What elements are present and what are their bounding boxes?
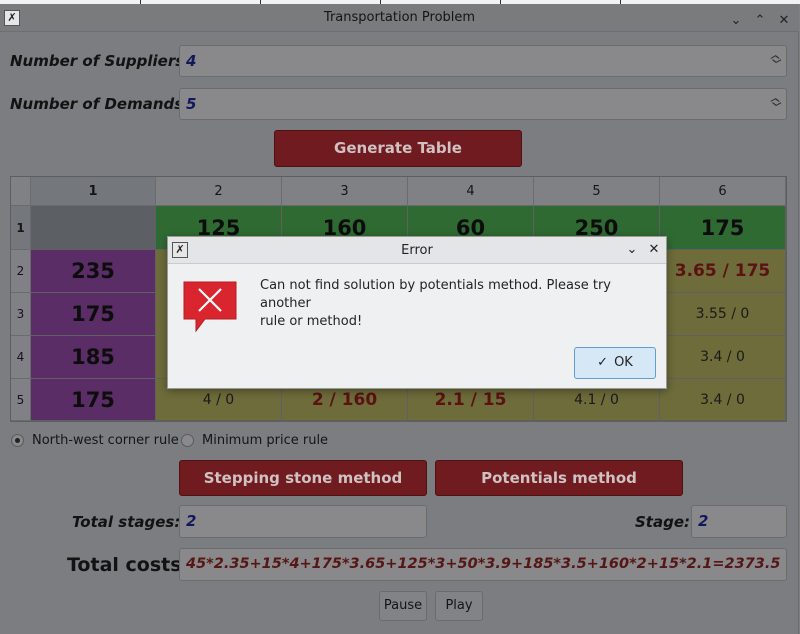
dialog-minimize-icon[interactable]: ⌄ [623,241,641,259]
nw-corner-label: North-west corner rule [32,433,179,448]
error-icon [183,281,237,333]
total-stages-label: Total stages: [72,513,181,531]
supply-cell[interactable]: 175 [31,379,156,421]
close-icon[interactable]: ✕ [775,12,793,30]
title-bar[interactable]: ✗ Transportation Problem ⌄ ⌃ ✕ [0,4,799,32]
minimize-icon[interactable]: ⌄ [727,12,745,30]
cost-cell[interactable]: 3.65 / 175 [660,250,786,293]
col-header[interactable]: 6 [660,177,786,206]
ok-button[interactable]: ✓ OK [574,347,656,379]
row-header[interactable]: 1 [11,206,31,250]
window-title: Transportation Problem [323,10,476,25]
supply-cell[interactable]: 235 [31,250,156,293]
dialog-message: Can not find solution by potentials meth… [260,277,650,331]
stage-field[interactable]: 2 [691,505,787,538]
min-price-radio[interactable] [181,434,194,447]
supply-cell[interactable]: 175 [31,293,156,336]
dialog-close-icon[interactable]: ✕ [645,241,663,259]
play-button[interactable]: Play [435,591,483,621]
suppliers-spinbox[interactable]: 4 ︿ ﹀ [179,45,787,77]
dialog-title: Error [401,243,433,258]
row-header[interactable]: 2 [11,250,31,293]
demand-cell[interactable]: 175 [660,206,786,250]
total-costs-value: 45*2.35+15*4+175*3.65+125*3+50*3.9+185*3… [186,556,781,572]
supply-cell[interactable]: 185 [31,336,156,379]
col-header[interactable]: 3 [282,177,408,206]
row-header[interactable]: 4 [11,336,31,379]
table-corner [11,177,31,206]
total-stages-field[interactable]: 2 [179,505,427,538]
total-costs-field[interactable]: 45*2.35+15*4+175*3.65+125*3+50*3.9+185*3… [179,548,787,581]
dialog-message-line: rule or method! [260,314,363,329]
suppliers-label: Number of Suppliers: [10,52,191,70]
min-price-label: Minimum price rule [202,433,329,448]
col-header[interactable]: 1 [31,177,156,206]
cost-cell[interactable]: 3.4 / 0 [660,379,786,421]
demands-value: 5 [186,95,197,113]
cost-cell[interactable]: 3.55 / 0 [660,293,786,336]
dialog-message-line: Can not find solution by potentials meth… [260,278,611,311]
demands-spinbox[interactable]: 5 ︿ ﹀ [179,88,787,120]
demands-label: Number of Demands: [10,95,190,113]
col-header[interactable]: 2 [156,177,282,206]
col-header[interactable]: 4 [408,177,534,206]
spin-arrows-icon[interactable]: ︿ ﹀ [770,52,780,72]
error-dialog[interactable]: ✗ Error ⌄ ✕ Can not find solution by pot… [167,236,667,389]
suppliers-value: 4 [186,52,197,70]
generate-table-button[interactable]: Generate Table [274,130,522,167]
nw-corner-radio[interactable] [11,434,24,447]
row-header[interactable]: 3 [11,293,31,336]
potentials-button[interactable]: Potentials method [435,460,683,496]
stage-value: 2 [698,512,709,530]
dialog-title-bar[interactable]: ✗ Error ⌄ ✕ [168,237,666,264]
maximize-icon[interactable]: ⌃ [751,12,769,30]
cost-cell[interactable]: 3.4 / 0 [660,336,786,379]
row-header[interactable]: 5 [11,379,31,421]
col-header[interactable]: 5 [534,177,660,206]
total-stages-value: 2 [186,512,197,530]
stage-label: Stage: [635,513,691,531]
check-icon: ✓ [597,355,609,370]
spin-arrows-icon[interactable]: ︿ ﹀ [770,95,780,115]
table-cell-empty[interactable] [31,206,156,250]
stepping-stone-button[interactable]: Stepping stone method [179,460,427,496]
ok-label: OK [614,355,633,370]
total-costs-label: Total costs: [67,554,190,576]
pause-button[interactable]: Pause [379,591,427,621]
